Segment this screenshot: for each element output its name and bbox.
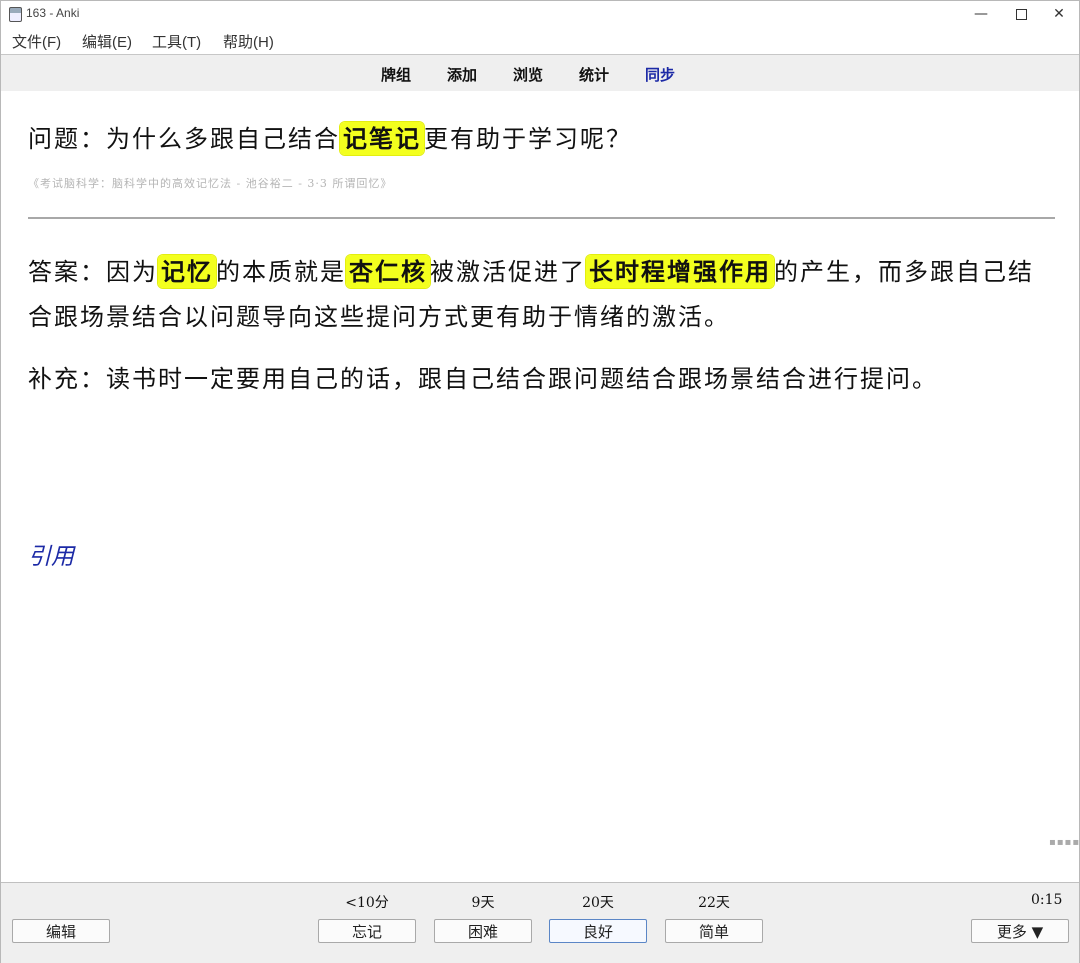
question-prefix: 问题：为什么多跟自己结合	[28, 125, 340, 153]
bottom-bar: 编辑 <10分 9天 20天 22天 忘记 困难 良好 简单 0:15 更多 ▼	[1, 882, 1079, 963]
card-content: 问题：为什么多跟自己结合 记笔记 更有助于学习呢？ 《考试脑科学：脑科学中的高效记忆…	[1, 91, 1079, 881]
menu-tools[interactable]: 工具(T)	[152, 31, 201, 52]
minimize-button[interactable]: —	[961, 1, 1001, 27]
answer-divider	[28, 217, 1055, 219]
supplement-text: 补充：读书时一定要用自己的话，跟自己结合跟问题结合跟场景结合进行提问。	[28, 365, 938, 393]
question-highlight: 记笔记	[340, 122, 424, 155]
menu-edit[interactable]: 编辑(E)	[82, 31, 132, 52]
interval-good: 20天	[582, 895, 614, 911]
toolbar-stats-link[interactable]: 统计	[579, 64, 609, 85]
answer-part-2: 的本质就是	[216, 258, 346, 286]
toolbar-sync-link[interactable]: 同步	[645, 64, 675, 85]
more-button[interactable]: 更多 ▼	[971, 919, 1069, 943]
close-button[interactable]: ✕	[1039, 1, 1079, 27]
answer-highlight-ltp: 长时程增强作用	[586, 255, 774, 288]
cite-link[interactable]: 引用	[28, 537, 74, 571]
splitter-grip-icon[interactable]: ▪▪▪▪	[1049, 837, 1079, 848]
easy-button[interactable]: 简单	[665, 919, 763, 943]
maximize-button[interactable]	[1001, 1, 1041, 27]
toolbar-decks-link[interactable]: 牌组	[381, 64, 411, 85]
question-suffix: 更有助于学习呢？	[424, 125, 632, 153]
interval-hard: 9天	[471, 895, 495, 911]
answer-highlight-memory: 记忆	[158, 255, 216, 288]
title-bar: 163 - Anki — ✕	[1, 1, 1079, 27]
window-title: 163 - Anki	[26, 6, 80, 20]
maximize-icon	[1015, 8, 1027, 20]
anki-app-icon	[9, 7, 22, 22]
question-text: 问题：为什么多跟自己结合 记笔记 更有助于学习呢？	[28, 119, 632, 155]
again-button[interactable]: 忘记	[318, 919, 416, 943]
good-button[interactable]: 良好	[549, 919, 647, 943]
menu-help[interactable]: 帮助(H)	[223, 31, 274, 52]
menu-file[interactable]: 文件(F)	[12, 31, 61, 52]
answer-part-3: 被激活促进了	[430, 258, 586, 286]
menu-bar: 文件(F) 编辑(E) 工具(T) 帮助(H)	[1, 29, 1079, 53]
toolbar-browse-link[interactable]: 浏览	[513, 64, 543, 85]
interval-easy: 22天	[698, 895, 730, 911]
review-timer: 0:15	[1031, 892, 1063, 908]
answer-text: 答案：因为 记忆 的本质就是 杏仁核 被激活促进了 长时程增强作用 的产生，而多跟自己结合跟…	[28, 249, 1058, 340]
top-toolbar: 牌组 添加 浏览 统计 同步	[1, 54, 1079, 92]
hard-button[interactable]: 困难	[434, 919, 532, 943]
source-citation: 《考试脑科学：脑科学中的高效记忆法 - 池谷裕二 - 3·3 所谓回忆》	[28, 177, 393, 190]
anki-window: 163 - Anki — ✕ 文件(F) 编辑(E) 工具(T) 帮助(H) 牌…	[0, 0, 1080, 963]
answer-part-1: 答案：因为	[28, 258, 158, 286]
answer-highlight-amygdala: 杏仁核	[346, 255, 430, 288]
interval-again: <10分	[345, 895, 389, 911]
edit-button[interactable]: 编辑	[12, 919, 110, 943]
toolbar-add-link[interactable]: 添加	[447, 64, 477, 85]
